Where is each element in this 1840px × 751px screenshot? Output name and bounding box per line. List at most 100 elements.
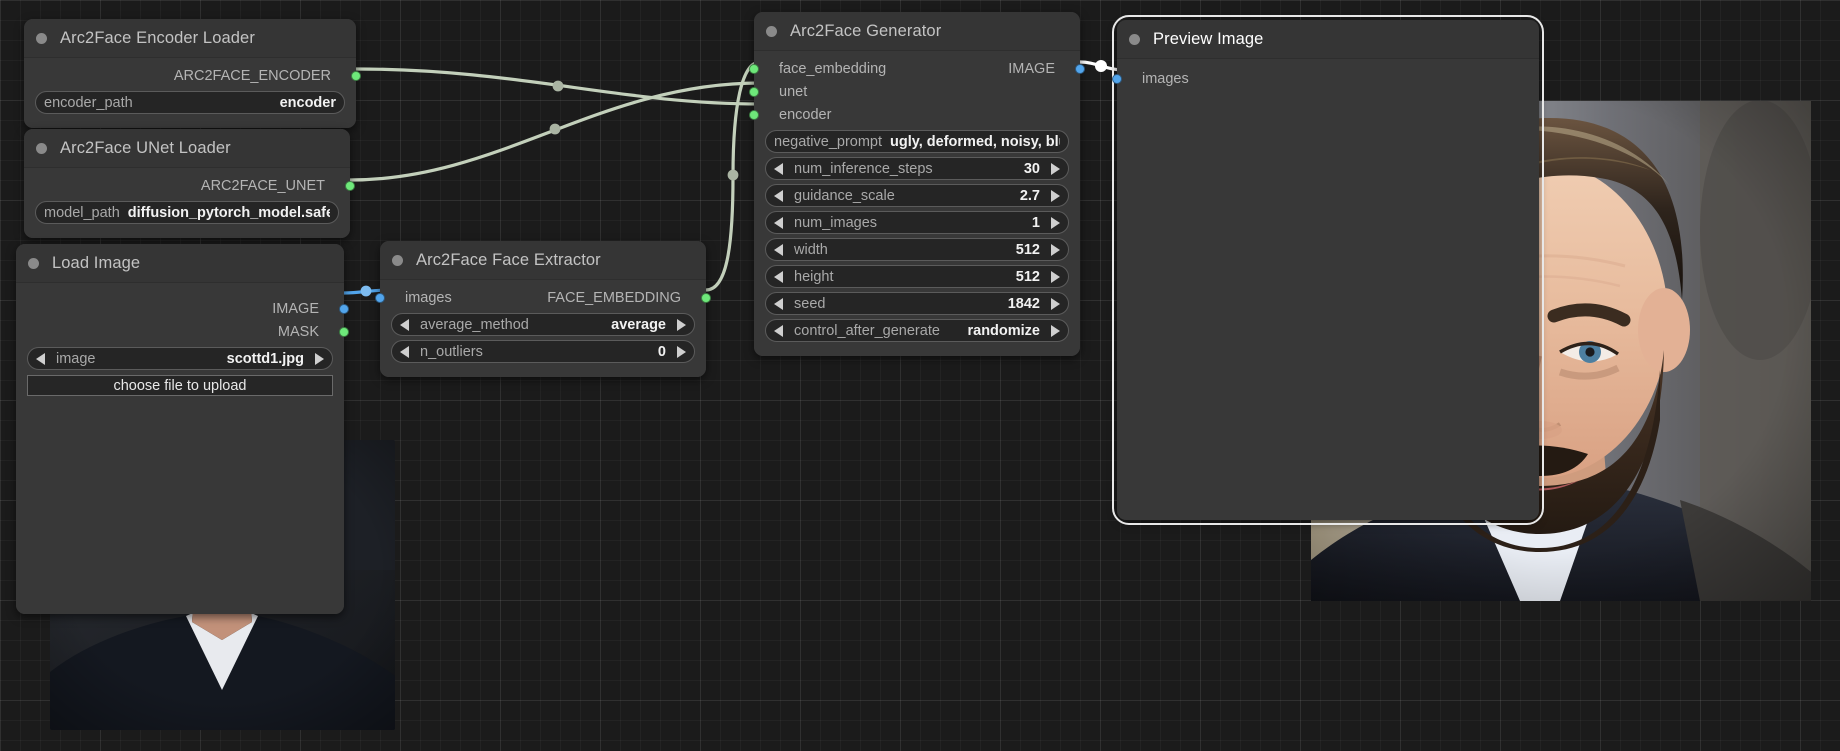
output-slot-label: ARC2FACE_ENCODER xyxy=(173,67,331,84)
input-port-dot[interactable] xyxy=(749,63,759,74)
widget-label: seed xyxy=(794,295,826,312)
prev-arrow-icon[interactable] xyxy=(400,318,409,331)
output-slot-arc2face-unet[interactable]: ARC2FACE_UNET xyxy=(24,174,355,197)
output-port-dot[interactable] xyxy=(339,326,349,337)
widget-model-path[interactable]: model_path diffusion_pytorch_model.safet… xyxy=(35,201,339,224)
node-header[interactable]: Load Image xyxy=(16,244,344,282)
output-slot-image[interactable]: IMAGE xyxy=(16,297,349,320)
node-body: images xyxy=(1112,58,1539,520)
widget-value: 0 xyxy=(657,343,666,360)
input-slot-unet[interactable]: unet xyxy=(749,80,1080,103)
output-slot-mask[interactable]: MASK xyxy=(16,320,349,343)
node-arc2face-generator[interactable]: Arc2Face Generator face_embedding IMAGE … xyxy=(749,12,1085,356)
node-load-image[interactable]: Load Image IMAGE MASK image scottd1.jpg … xyxy=(16,244,349,614)
next-arrow-icon[interactable] xyxy=(1051,162,1060,175)
node-arc2face-encoder-loader[interactable]: Arc2Face Encoder Loader ARC2FACE_ENCODER… xyxy=(24,19,361,128)
input-port-dot[interactable] xyxy=(1112,73,1122,84)
widget-average-method[interactable]: average_method average xyxy=(391,313,695,336)
node-collapse-dot[interactable] xyxy=(392,254,403,266)
widget-seed[interactable]: seed 1842 xyxy=(765,292,1069,315)
prev-arrow-icon[interactable] xyxy=(36,352,45,365)
widget-label: guidance_scale xyxy=(794,187,895,204)
widget-n-outliers[interactable]: n_outliers 0 xyxy=(391,340,695,363)
widget-label: num_inference_steps xyxy=(794,160,933,177)
slot-row-face-embedding-image[interactable]: face_embedding IMAGE xyxy=(749,57,1085,80)
output-slot-arc2face-encoder[interactable]: ARC2FACE_ENCODER xyxy=(24,64,361,87)
node-title: Arc2Face Face Extractor xyxy=(416,250,601,269)
output-port-dot[interactable] xyxy=(345,180,355,191)
widget-value: 512 xyxy=(1015,268,1040,285)
node-body: face_embedding IMAGE unet encoder negati… xyxy=(749,50,1085,356)
node-header[interactable]: Preview Image xyxy=(1117,20,1539,58)
node-graph-canvas[interactable]: THE SHIAN xyxy=(0,0,1840,751)
widget-value: 1 xyxy=(1031,214,1040,231)
input-port-dot[interactable] xyxy=(375,292,385,303)
prev-arrow-icon[interactable] xyxy=(774,162,783,175)
widget-value: ugly, deformed, noisy, blurry, xyxy=(890,133,1060,150)
next-arrow-icon[interactable] xyxy=(1051,243,1060,256)
prev-arrow-icon[interactable] xyxy=(400,345,409,358)
next-arrow-icon[interactable] xyxy=(1051,324,1060,337)
output-slot-label: ARC2FACE_UNET xyxy=(200,177,325,194)
widget-height[interactable]: height 512 xyxy=(765,265,1069,288)
input-slot-images[interactable]: images xyxy=(1112,67,1539,90)
input-slot-label: unet xyxy=(779,83,808,100)
widget-label: average_method xyxy=(420,316,529,333)
output-slot-label-image: IMAGE xyxy=(1008,60,1055,77)
node-preview-image[interactable]: Preview Image images xyxy=(1112,15,1544,525)
node-collapse-dot[interactable] xyxy=(766,25,777,37)
widget-num-inference-steps[interactable]: num_inference_steps 30 xyxy=(765,157,1069,180)
next-arrow-icon[interactable] xyxy=(1051,270,1060,283)
node-collapse-dot[interactable] xyxy=(28,257,39,269)
prev-arrow-icon[interactable] xyxy=(774,189,783,202)
node-arc2face-face-extractor[interactable]: Arc2Face Face Extractor images FACE_EMBE… xyxy=(375,241,711,377)
prev-arrow-icon[interactable] xyxy=(774,270,783,283)
node-body: IMAGE MASK image scottd1.jpg choose file… xyxy=(16,282,349,614)
node-header[interactable]: Arc2Face Generator xyxy=(754,12,1080,50)
next-arrow-icon[interactable] xyxy=(677,318,686,331)
prev-arrow-icon[interactable] xyxy=(774,216,783,229)
slot-row-images-faceembedding[interactable]: images FACE_EMBEDDING xyxy=(375,286,711,309)
widget-control-after-generate[interactable]: control_after_generate randomize xyxy=(765,319,1069,342)
widget-image[interactable]: image scottd1.jpg xyxy=(27,347,333,370)
input-port-dot[interactable] xyxy=(749,109,759,120)
output-port-dot[interactable] xyxy=(339,303,349,314)
prev-arrow-icon[interactable] xyxy=(774,324,783,337)
widget-label: height xyxy=(794,268,834,285)
output-port-dot[interactable] xyxy=(701,292,711,303)
input-slot-label-face-embedding: face_embedding xyxy=(779,60,887,77)
input-slot-label: encoder xyxy=(779,106,832,123)
node-title: Arc2Face Encoder Loader xyxy=(60,28,255,47)
widget-label: encoder_path xyxy=(44,94,133,111)
prev-arrow-icon[interactable] xyxy=(774,297,783,310)
image-preview-area xyxy=(16,400,344,650)
input-port-dot[interactable] xyxy=(749,86,759,97)
node-header[interactable]: Arc2Face Encoder Loader xyxy=(24,19,356,57)
output-port-dot[interactable] xyxy=(351,70,361,81)
widget-guidance-scale[interactable]: guidance_scale 2.7 xyxy=(765,184,1069,207)
next-arrow-icon[interactable] xyxy=(315,352,324,365)
prev-arrow-icon[interactable] xyxy=(774,243,783,256)
widget-num-images[interactable]: num_images 1 xyxy=(765,211,1069,234)
input-slot-encoder[interactable]: encoder xyxy=(749,103,1080,126)
widget-width[interactable]: width 512 xyxy=(765,238,1069,261)
output-port-dot[interactable] xyxy=(1075,63,1085,74)
node-arc2face-unet-loader[interactable]: Arc2Face UNet Loader ARC2FACE_UNET model… xyxy=(24,129,355,238)
next-arrow-icon[interactable] xyxy=(1051,216,1060,229)
node-collapse-dot[interactable] xyxy=(1129,33,1140,45)
next-arrow-icon[interactable] xyxy=(1051,297,1060,310)
widget-value: average xyxy=(611,316,666,333)
widget-negative-prompt[interactable]: negative_prompt ugly, deformed, noisy, b… xyxy=(765,130,1069,153)
node-collapse-dot[interactable] xyxy=(36,142,47,154)
widget-value: diffusion_pytorch_model.safete xyxy=(127,204,330,221)
choose-file-to-upload-button[interactable]: choose file to upload xyxy=(27,375,333,396)
node-header[interactable]: Arc2Face UNet Loader xyxy=(24,129,350,167)
node-header[interactable]: Arc2Face Face Extractor xyxy=(380,241,706,279)
widget-label: num_images xyxy=(794,214,878,231)
widget-label: n_outliers xyxy=(420,343,483,360)
next-arrow-icon[interactable] xyxy=(1051,189,1060,202)
widget-value: 512 xyxy=(1015,241,1040,258)
widget-encoder-path[interactable]: encoder_path encoder xyxy=(35,91,345,114)
next-arrow-icon[interactable] xyxy=(677,345,686,358)
node-collapse-dot[interactable] xyxy=(36,32,47,44)
